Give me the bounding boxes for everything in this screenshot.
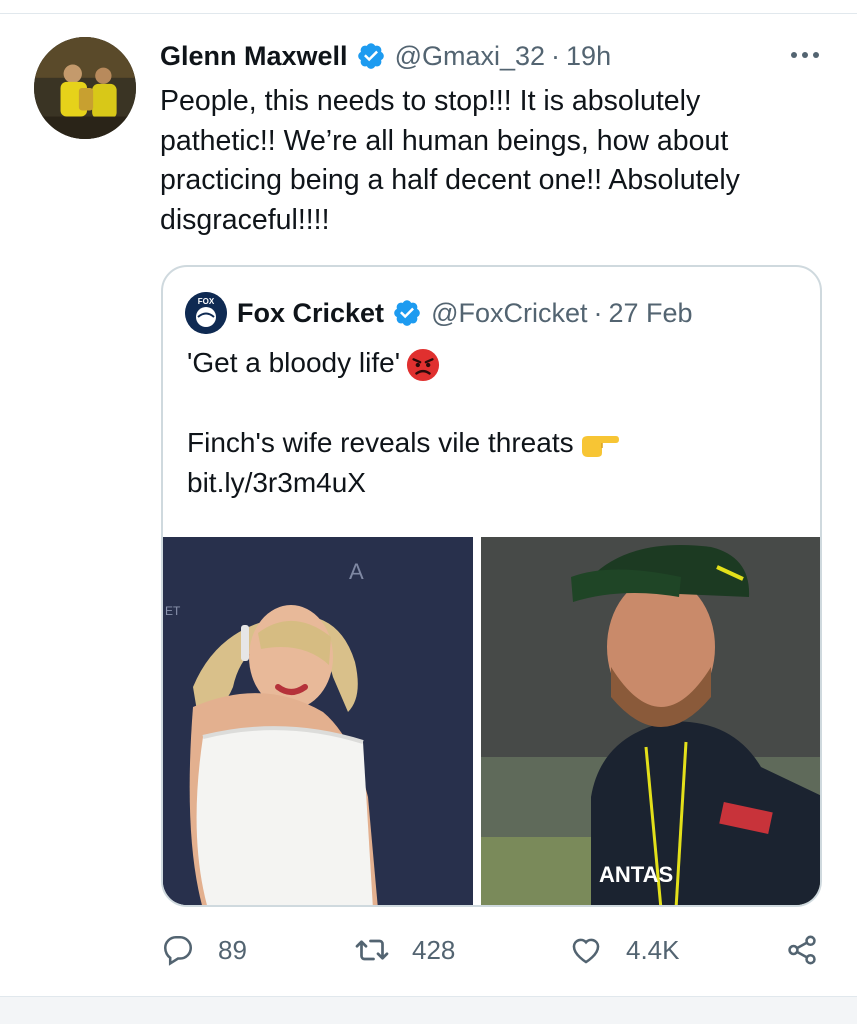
author-avatar[interactable] bbox=[34, 37, 136, 139]
retweet-button[interactable]: 428 bbox=[354, 928, 455, 972]
bottom-divider bbox=[0, 996, 857, 1024]
photo-left-graphic: ET A bbox=[163, 537, 473, 905]
quoted-tweet-text: 'Get a bloody life' Finch's wife reveals… bbox=[187, 343, 807, 503]
more-dot bbox=[802, 52, 808, 58]
like-count: 4.4K bbox=[626, 934, 680, 965]
like-button[interactable]: 4.4K bbox=[568, 928, 680, 972]
quoted-line-1: 'Get a bloody life' bbox=[187, 347, 401, 378]
retweet-count: 428 bbox=[412, 934, 456, 965]
verified-badge-icon bbox=[394, 300, 420, 326]
tweet-actions: 89 428 4.4K bbox=[160, 928, 830, 972]
quoted-author-name[interactable]: Fox Cricket bbox=[237, 298, 384, 329]
photo-right-graphic: ANTAS bbox=[481, 537, 820, 905]
retweet-icon bbox=[354, 932, 390, 968]
verified-badge-icon bbox=[357, 43, 384, 69]
reply-button[interactable]: 89 bbox=[160, 928, 247, 972]
quoted-line: Finch's wife reveals vile threats bbox=[187, 423, 807, 463]
tweet-time[interactable]: 19h bbox=[566, 41, 611, 72]
top-divider bbox=[0, 0, 857, 14]
reply-icon bbox=[160, 932, 196, 968]
woman-white-dress-photo[interactable]: ET A bbox=[163, 537, 473, 905]
more-options-icon[interactable] bbox=[785, 45, 825, 65]
quoted-tweet-time[interactable]: 27 Feb bbox=[609, 298, 693, 329]
more-dot bbox=[813, 52, 819, 58]
backdrop-text-mid: A bbox=[349, 559, 364, 584]
author-handle[interactable]: @Gmaxi_32 bbox=[395, 41, 545, 72]
fox-cricket-logo-icon[interactable]: FOX bbox=[185, 292, 227, 334]
avatar-image bbox=[34, 37, 136, 139]
separator-dot: · bbox=[593, 297, 603, 328]
quoted-line: 'Get a bloody life' bbox=[187, 343, 807, 383]
pointing-right-emoji-icon bbox=[581, 435, 619, 457]
quoted-tweet[interactable]: FOX Fox Cricket @FoxCricket · 27 Feb 'Ge… bbox=[161, 265, 822, 907]
reply-count: 89 bbox=[218, 934, 247, 965]
quoted-tweet-header: FOX Fox Cricket @FoxCricket · 27 Feb bbox=[185, 291, 693, 335]
like-icon bbox=[568, 932, 604, 968]
share-icon bbox=[784, 932, 820, 968]
more-dot bbox=[791, 52, 797, 58]
author-name[interactable]: Glenn Maxwell bbox=[160, 41, 348, 72]
quoted-line-2: Finch's wife reveals vile threats bbox=[187, 427, 574, 458]
shirt-sponsor-text: ANTAS bbox=[599, 862, 673, 887]
backdrop-text-left: ET bbox=[165, 604, 181, 618]
share-button[interactable] bbox=[784, 928, 820, 972]
logo-text: FOX bbox=[198, 297, 215, 306]
quoted-author-handle[interactable]: @FoxCricket bbox=[431, 298, 587, 329]
tweet-header: Glenn Maxwell @Gmaxi_32 · 19h bbox=[160, 36, 611, 76]
angry-face-emoji-icon bbox=[406, 348, 440, 381]
quoted-link[interactable]: bit.ly/3r3m4uX bbox=[187, 463, 807, 503]
separator-dot: · bbox=[551, 40, 561, 71]
fox-cricket-logo-graphic: FOX bbox=[185, 292, 227, 334]
tweet-text: People, this needs to stop!!! It is abso… bbox=[160, 85, 740, 236]
cricketer-cap-photo[interactable]: ANTAS bbox=[481, 537, 820, 905]
